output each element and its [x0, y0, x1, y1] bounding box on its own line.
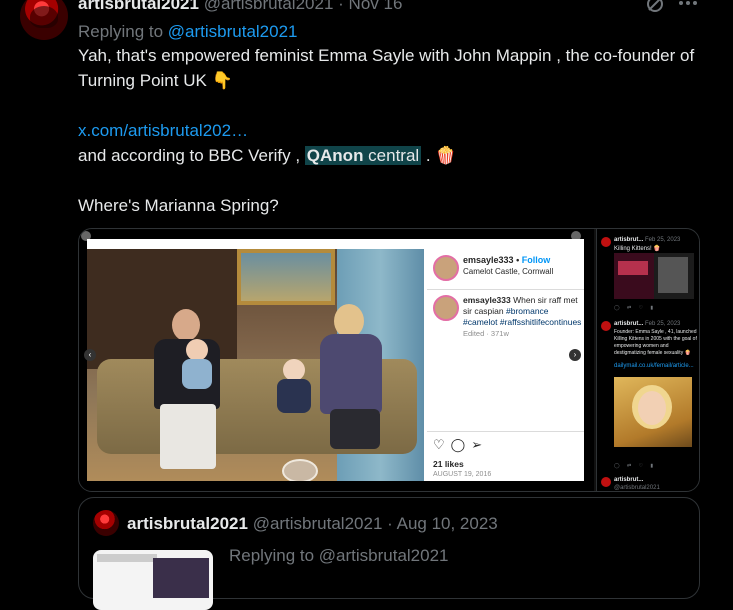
tweet-link[interactable]: x.com/artisbrutal202…: [78, 121, 248, 140]
follow-button: Follow: [521, 255, 551, 265]
comment-icon: ◯: [450, 437, 472, 452]
author-handle[interactable]: @artisbrutal2021: [204, 0, 334, 13]
replying-prefix: Replying to: [78, 22, 168, 41]
mini-name: artisbrut...: [614, 237, 644, 243]
tweet-line-3: Where's Marianna Spring?: [78, 196, 279, 215]
arrow-right-icon: ›: [569, 349, 581, 361]
baby-figure: [182, 339, 212, 389]
teacup: [282, 459, 318, 481]
mini-handle: @artisbrutal2021: [614, 485, 660, 491]
quote-replying-to: Replying to @artisbrutal2021: [229, 546, 449, 565]
mini-date: Feb 25, 2023: [645, 237, 681, 243]
mini-date: Feb 25, 2023: [645, 321, 681, 327]
quote-thumbnail[interactable]: [93, 550, 213, 610]
media-grid[interactable]: emsayle333 • Follow Camelot Castle, Corn…: [78, 228, 700, 492]
mini-name: artisbrut...: [614, 477, 644, 483]
instagram-username: emsayle333: [463, 255, 514, 265]
replying-handle-link[interactable]: @artisbrutal2021: [168, 22, 298, 41]
tweet-line-2-pre: and according to BBC Verify ,: [78, 146, 305, 165]
mini-portrait: [614, 377, 692, 447]
mini-text: Killing Kittens! 🍿: [614, 246, 661, 252]
author-name[interactable]: artisbrutal2021: [78, 0, 199, 13]
mini-link: dailymail.co.uk/femail/article...: [614, 363, 694, 369]
mini-stats: ◯ ⇄ ♡ ▮: [614, 463, 657, 469]
highlight-bold: QAnon: [306, 146, 364, 165]
instagram-date: AUGUST 19, 2016: [433, 471, 492, 478]
dot-separator: •: [516, 255, 520, 265]
instagram-actions: ♡◯➢: [433, 437, 488, 453]
mini-name: artisbrut...: [614, 321, 644, 327]
separator: ·: [387, 514, 393, 533]
tweet-header: artisbrutal2021 @artisbrutal2021 · Nov 1…: [78, 0, 402, 14]
tweet-line-2: and according to BBC Verify , QAnon cent…: [78, 143, 698, 168]
quote-header: artisbrutal2021 @artisbrutal2021 · Aug 1…: [127, 514, 498, 534]
avatar[interactable]: [20, 0, 68, 40]
mini-text: Founder: Emma Sayle , 41, launched Killi…: [614, 329, 697, 356]
likes-count: 21 likes: [433, 459, 464, 469]
family-photo: [87, 249, 424, 481]
instagram-location: Camelot Castle, Cornwall: [463, 267, 554, 276]
instagram-avatar: [433, 255, 459, 281]
instagram-post: emsayle333 • Follow Camelot Castle, Corn…: [87, 239, 584, 481]
replying-to: Replying to @artisbrutal2021: [78, 22, 298, 42]
instagram-sidebar: emsayle333 • Follow Camelot Castle, Corn…: [427, 239, 584, 481]
heart-icon: ♡: [433, 437, 451, 452]
mini-stats: ◯ ⇄ ♡ ▮: [614, 305, 657, 311]
separator: ·: [338, 0, 344, 13]
divider: [427, 431, 584, 432]
tweet-screenshot[interactable]: artisbrut... Feb 25, 2023 Killing Kitten…: [596, 229, 699, 491]
quote-avatar[interactable]: [93, 510, 119, 536]
share-icon: ➢: [471, 437, 489, 452]
edited-label: Edited · 371w: [463, 329, 509, 338]
quote-author-name[interactable]: artisbrutal2021: [127, 514, 248, 533]
mini-images: [614, 253, 694, 299]
tweet-date[interactable]: Nov 16: [349, 0, 403, 13]
divider: [427, 289, 584, 290]
caption-username: emsayle333: [463, 295, 511, 305]
tweet-line-2-post: . 🍿: [421, 146, 457, 165]
quoted-tweet[interactable]: artisbrutal2021 @artisbrutal2021 · Aug 1…: [78, 497, 700, 610]
tweet-line-1: Yah, that's empowered feminist Emma Sayl…: [78, 46, 695, 90]
instagram-avatar: [433, 295, 459, 321]
more-icon[interactable]: [678, 0, 698, 14]
baby-figure: [277, 359, 311, 414]
mini-avatar: [601, 237, 611, 247]
quote-author-handle[interactable]: @artisbrutal2021: [253, 514, 383, 533]
instagram-screenshot[interactable]: emsayle333 • Follow Camelot Castle, Corn…: [79, 229, 594, 491]
highlight-rest: central: [363, 146, 420, 165]
man-figure: [142, 309, 232, 469]
grok-icon[interactable]: [645, 0, 665, 19]
arrow-left-icon: ‹: [84, 349, 96, 361]
woman-figure: [312, 304, 392, 454]
painting: [237, 249, 335, 305]
mini-avatar: [601, 477, 611, 487]
mini-avatar: [601, 321, 611, 331]
quote-date[interactable]: Aug 10, 2023: [397, 514, 498, 533]
highlighted-phrase: QAnon central: [304, 146, 422, 165]
tweet-text: Yah, that's empowered feminist Emma Sayl…: [78, 43, 698, 218]
